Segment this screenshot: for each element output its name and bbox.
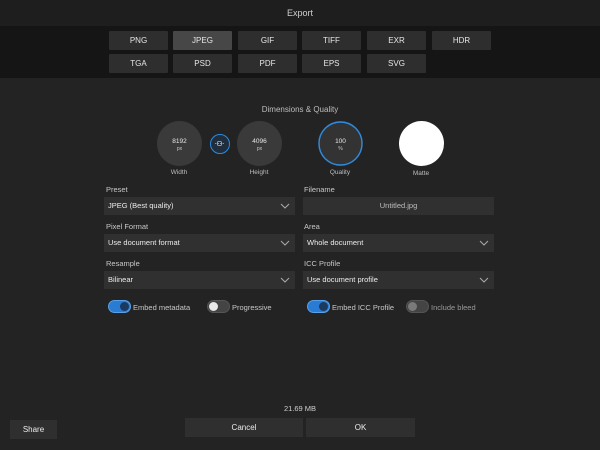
icc-profile-select[interactable]: Use document profile xyxy=(303,271,494,289)
pixel-format-label: Pixel Format xyxy=(106,222,149,231)
share-button[interactable]: Share xyxy=(10,420,57,439)
estimated-file-size: 21.69 MB xyxy=(283,404,317,413)
format-button-tiff[interactable]: TIFF xyxy=(302,31,361,50)
format-button-pdf[interactable]: PDF xyxy=(238,54,297,73)
embed-icc-profile-label: Embed ICC Profile xyxy=(332,303,395,312)
quality-unit: % xyxy=(338,146,343,152)
area-label: Area xyxy=(304,222,320,231)
resample-select[interactable]: Bilinear xyxy=(104,271,295,289)
format-button-jpeg[interactable]: JPEG xyxy=(173,31,232,50)
format-button-tga[interactable]: TGA xyxy=(109,54,168,73)
resample-label: Resample xyxy=(106,259,140,268)
icc-profile-label: ICC Profile xyxy=(304,259,341,268)
toggle-knob xyxy=(319,302,328,311)
toggle-knob xyxy=(120,302,129,311)
chevron-down-icon xyxy=(479,240,489,246)
progressive-label: Progressive xyxy=(232,303,272,312)
area-value: Whole document xyxy=(307,238,364,247)
preset-value: JPEG (Best quality) xyxy=(108,201,174,210)
format-button-eps[interactable]: EPS xyxy=(302,54,361,73)
quality-dial[interactable]: 100 % xyxy=(318,121,363,166)
embed-metadata-toggle[interactable] xyxy=(108,300,131,313)
quality-value: 100 xyxy=(335,138,346,145)
toggle-knob xyxy=(408,302,417,311)
filename-input[interactable]: Untitled.jpg xyxy=(303,197,494,215)
width-dial[interactable]: 8192 px xyxy=(157,121,202,166)
chain-link-icon xyxy=(215,141,224,146)
format-button-psd[interactable]: PSD xyxy=(173,54,232,73)
filename-label: Filename xyxy=(304,185,335,194)
cancel-button[interactable]: Cancel xyxy=(185,418,303,437)
include-bleed-label: Include bleed xyxy=(431,303,476,312)
embed-metadata-label: Embed metadata xyxy=(133,303,191,312)
icc-profile-value: Use document profile xyxy=(307,275,378,284)
format-selector: PNG JPEG GIF TIFF EXR HDR TGA PSD PDF EP… xyxy=(0,26,600,78)
embed-icc-profile-toggle[interactable] xyxy=(307,300,330,313)
height-unit: px xyxy=(256,146,263,152)
height-value: 4096 xyxy=(252,138,267,145)
width-unit: px xyxy=(176,146,183,152)
include-bleed-toggle[interactable] xyxy=(406,300,429,313)
chevron-down-icon xyxy=(479,277,489,283)
link-dimensions-button[interactable] xyxy=(210,134,230,154)
window-title: Export xyxy=(0,0,600,26)
progressive-toggle[interactable] xyxy=(207,300,230,313)
width-label: Width xyxy=(170,169,188,176)
area-select[interactable]: Whole document xyxy=(303,234,494,252)
format-button-png[interactable]: PNG xyxy=(109,31,168,50)
height-dial[interactable]: 4096 px xyxy=(237,121,282,166)
height-label: Height xyxy=(249,169,269,176)
toggle-knob xyxy=(209,302,218,311)
format-button-hdr[interactable]: HDR xyxy=(432,31,491,50)
matte-color-swatch[interactable] xyxy=(399,121,444,166)
section-title: Dimensions & Quality xyxy=(261,105,339,114)
quality-label: Quality xyxy=(329,169,351,176)
pixel-format-select[interactable]: Use document format xyxy=(104,234,295,252)
chevron-down-icon xyxy=(280,203,290,209)
matte-label: Matte xyxy=(412,170,430,177)
width-value: 8192 xyxy=(172,138,187,145)
preset-select[interactable]: JPEG (Best quality) xyxy=(104,197,295,215)
format-button-svg[interactable]: SVG xyxy=(367,54,426,73)
chevron-down-icon xyxy=(280,240,290,246)
ok-button[interactable]: OK xyxy=(306,418,415,437)
format-button-gif[interactable]: GIF xyxy=(238,31,297,50)
preset-label: Preset xyxy=(106,185,128,194)
resample-value: Bilinear xyxy=(108,275,134,284)
format-button-exr[interactable]: EXR xyxy=(367,31,426,50)
pixel-format-value: Use document format xyxy=(108,238,180,247)
chevron-down-icon xyxy=(280,277,290,283)
